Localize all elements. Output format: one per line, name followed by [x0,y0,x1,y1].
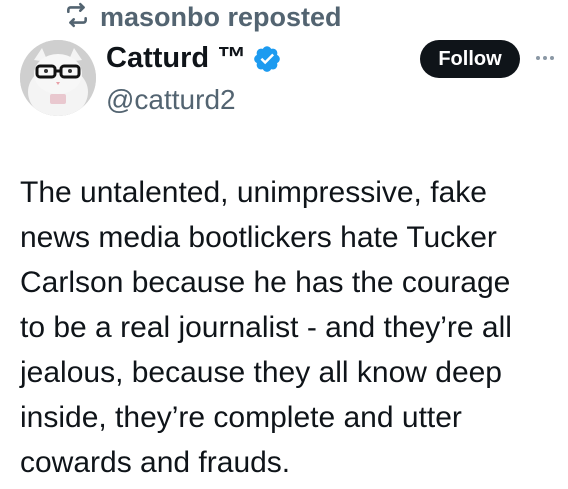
repost-label: masonbo reposted [100,2,342,32]
verified-badge-icon [252,44,282,74]
more-options-icon[interactable] [530,52,560,64]
tweet-text: The untalented, unimpressive, fake news … [20,176,512,479]
author-handle[interactable]: @catturd2 [106,84,236,116]
follow-button[interactable]: Follow [420,40,520,78]
author-display-name[interactable]: Catturd ™ [106,42,246,75]
repost-icon [64,2,90,33]
repost-indicator[interactable]: masonbo reposted [64,2,342,33]
author-name-row[interactable]: Catturd ™ [106,42,282,75]
avatar[interactable] [20,40,96,116]
